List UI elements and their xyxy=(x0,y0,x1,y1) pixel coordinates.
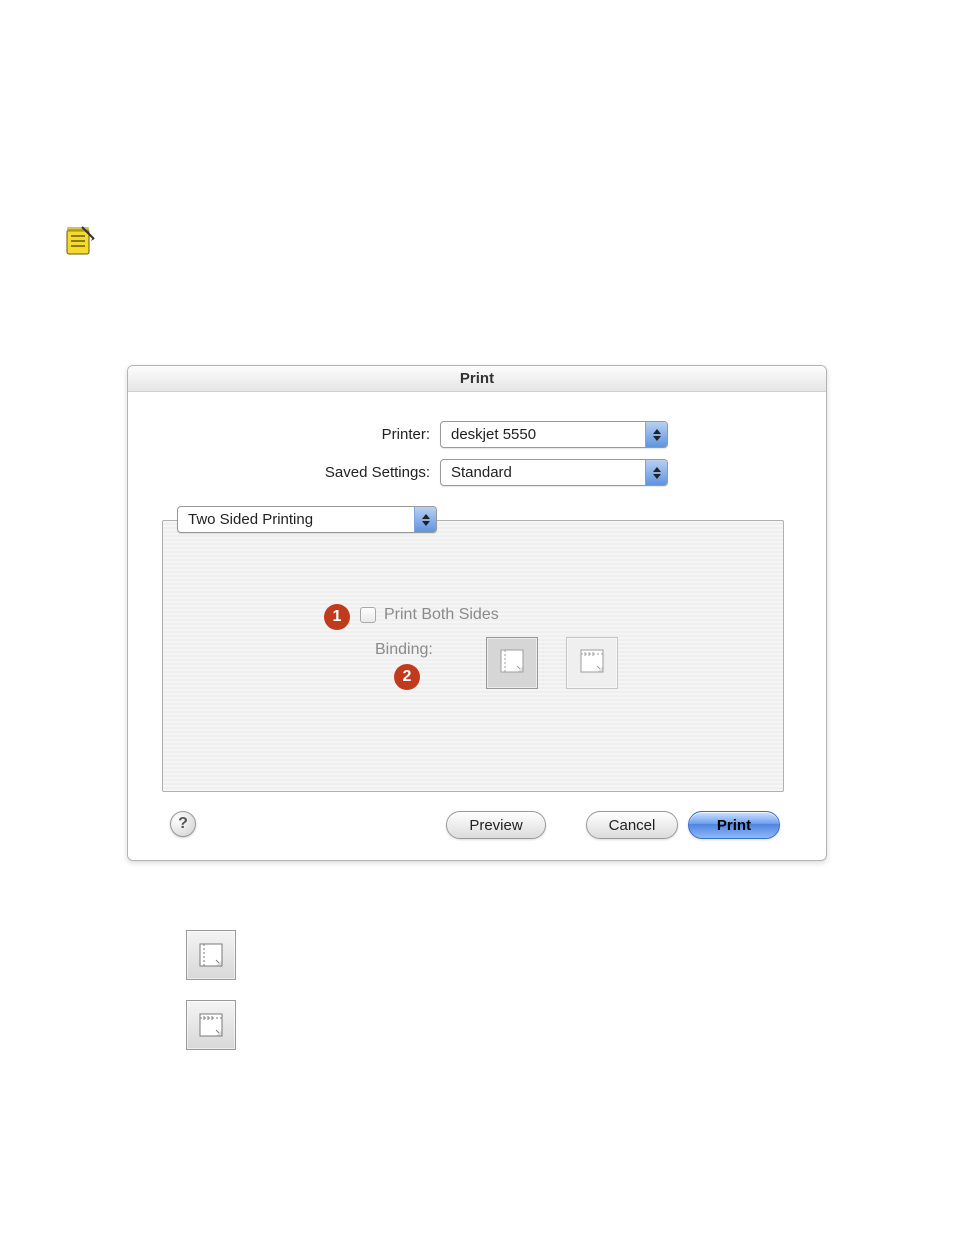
panel-select[interactable]: Two Sided Printing xyxy=(177,506,437,533)
print-both-sides-checkbox[interactable] xyxy=(360,607,376,623)
preview-button-label: Preview xyxy=(469,817,522,834)
saved-settings-select-value: Standard xyxy=(441,460,645,485)
saved-settings-label: Saved Settings: xyxy=(283,464,430,481)
cancel-button-label: Cancel xyxy=(609,817,656,834)
book-binding-icon xyxy=(495,644,529,683)
binding-book-button[interactable] xyxy=(486,637,538,689)
printer-select[interactable]: deskjet 5550 xyxy=(440,421,668,448)
callout-marker-1: 1 xyxy=(324,604,350,630)
print-button[interactable]: Print xyxy=(688,811,780,839)
print-both-sides-row: Print Both Sides xyxy=(360,606,499,624)
binding-tablet-button[interactable] xyxy=(566,637,618,689)
printer-label: Printer: xyxy=(340,426,430,443)
note-icon xyxy=(64,225,96,257)
printer-select-value: deskjet 5550 xyxy=(441,422,645,447)
callout-marker-2: 2 xyxy=(394,664,420,690)
panel-select-value: Two Sided Printing xyxy=(178,507,414,532)
help-button[interactable]: ? xyxy=(170,811,196,837)
saved-settings-row: Saved Settings: Standard xyxy=(283,459,668,486)
book-binding-icon-large xyxy=(186,930,236,980)
cancel-button[interactable]: Cancel xyxy=(586,811,678,839)
printer-row: Printer: deskjet 5550 xyxy=(340,421,668,448)
updown-arrow-icon xyxy=(414,507,436,532)
preview-button[interactable]: Preview xyxy=(446,811,546,839)
options-panel xyxy=(162,520,784,792)
print-both-sides-label: Print Both Sides xyxy=(384,606,499,624)
dialog-title: Print xyxy=(128,366,826,392)
help-icon: ? xyxy=(178,815,188,833)
tablet-binding-icon-large xyxy=(186,1000,236,1050)
print-button-label: Print xyxy=(717,817,751,834)
panel-select-wrap: Two Sided Printing xyxy=(177,506,437,533)
updown-arrow-icon xyxy=(645,460,667,485)
saved-settings-select[interactable]: Standard xyxy=(440,459,668,486)
updown-arrow-icon xyxy=(645,422,667,447)
binding-label: Binding: xyxy=(375,641,433,659)
tablet-binding-icon xyxy=(575,644,609,683)
print-dialog: Print Printer: deskjet 5550 Saved Settin… xyxy=(127,365,827,861)
